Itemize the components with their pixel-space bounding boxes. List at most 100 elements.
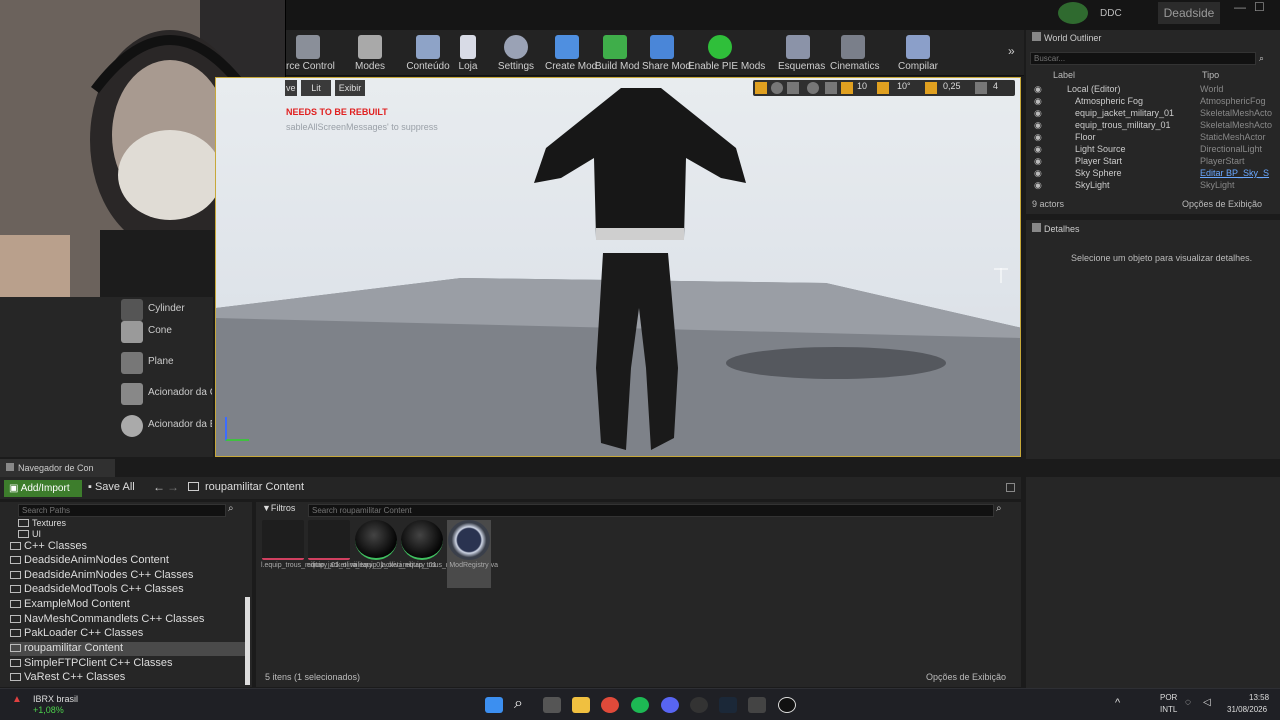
- outliner-row[interactable]: ◉ Floor StaticMeshActor: [1026, 132, 1280, 144]
- folder-item-selected[interactable]: roupamilitar Content: [10, 642, 245, 656]
- eye-icon[interactable]: ◉: [1034, 108, 1042, 119]
- eye-icon[interactable]: ◉: [1034, 144, 1042, 155]
- lit-button[interactable]: Lit: [301, 80, 331, 96]
- place-item-trigger-c[interactable]: Acionador da C: [118, 381, 213, 409]
- eye-icon[interactable]: ◉: [1034, 168, 1042, 179]
- asset-tile[interactable]: i_equip_trous_military_01_oliva: [400, 520, 498, 588]
- asset-view-options[interactable]: Opções de Exibição: [926, 672, 1006, 682]
- folder-item[interactable]: PakLoader C++ Classes: [10, 627, 245, 641]
- outliner-row[interactable]: ◉ equip_jacket_military_01 SkeletalMeshAct…: [1026, 108, 1280, 120]
- outliner-row[interactable]: ◉ Player Start PlayerStart: [1026, 156, 1280, 168]
- toolbar-overflow-icon[interactable]: »: [1008, 44, 1015, 58]
- network-icon[interactable]: ◌: [1185, 697, 1191, 708]
- eye-icon[interactable]: ◉: [1034, 96, 1042, 107]
- enable-pie-mods-button[interactable]: Enable PIE Mods: [688, 32, 765, 72]
- content-browser-tab[interactable]: Navegador de Con: [0, 459, 115, 477]
- marketplace-button[interactable]: Loja: [455, 32, 481, 72]
- details-tab[interactable]: Detalhes: [1032, 223, 1080, 234]
- chevron-up-icon[interactable]: ^: [1115, 697, 1120, 709]
- outliner-row[interactable]: ◉ Local (Editor) World: [1026, 84, 1280, 96]
- stock-name[interactable]: IBRX brasil: [33, 694, 78, 704]
- asset-tile[interactable]: equip_jacket_military_01_oliva: [307, 520, 402, 588]
- folder-item[interactable]: DeadsideAnimNodes C++ Classes: [10, 569, 245, 583]
- minimize-icon[interactable]: —: [1234, 0, 1246, 14]
- scale-icon[interactable]: [787, 82, 799, 94]
- folder-item[interactable]: NavMeshCommandlets C++ Classes: [10, 613, 245, 627]
- asset-search-input[interactable]: [308, 504, 994, 517]
- windows-start-icon[interactable]: [485, 697, 503, 713]
- world-space-icon[interactable]: [807, 82, 819, 94]
- outliner-row[interactable]: ◉ SkyLight SkyLight: [1026, 180, 1280, 192]
- camera-speed-value[interactable]: 4: [993, 81, 998, 91]
- eye-icon[interactable]: ◉: [1034, 120, 1042, 131]
- grid-snap-icon[interactable]: [841, 82, 853, 94]
- outliner-col-label[interactable]: Label: [1053, 70, 1075, 80]
- eye-icon[interactable]: ◉: [1034, 132, 1042, 143]
- folder-item[interactable]: C++ Classes: [10, 540, 245, 554]
- notification-icon[interactable]: [1058, 2, 1088, 24]
- search-icon[interactable]: ⌕: [514, 695, 523, 713]
- search-paths-input[interactable]: [18, 504, 226, 517]
- grid-snap-value[interactable]: 10: [857, 81, 867, 91]
- obs-icon[interactable]: [690, 697, 708, 713]
- chrome-icon[interactable]: [601, 697, 619, 713]
- terminal-icon[interactable]: [748, 697, 766, 713]
- breadcrumb[interactable]: roupamilitar Content: [205, 481, 304, 493]
- translate-icon[interactable]: [755, 82, 767, 94]
- eye-icon[interactable]: ◉: [1034, 84, 1042, 95]
- world-outliner-tab[interactable]: World Outliner: [1032, 32, 1132, 46]
- language-code[interactable]: POR: [1160, 693, 1177, 702]
- share-mod-button[interactable]: Share Mod: [642, 32, 691, 72]
- scale-snap-icon[interactable]: [925, 82, 937, 94]
- unreal-engine-icon[interactable]: [778, 697, 796, 713]
- create-mod-button[interactable]: Create Mod: [545, 32, 597, 72]
- perspective-button[interactable]: ve: [285, 80, 297, 96]
- keyboard-layout[interactable]: INTL: [1160, 705, 1177, 714]
- clock-time[interactable]: 13:58: [1249, 693, 1269, 702]
- folder-scrollbar[interactable]: [245, 597, 250, 685]
- discord-icon[interactable]: [661, 697, 679, 713]
- clock-date[interactable]: 31/08/2026: [1227, 705, 1267, 714]
- build-mod-button[interactable]: Build Mod: [595, 32, 639, 72]
- add-import-button[interactable]: ▣ Add/Import: [4, 480, 82, 497]
- lock-icon[interactable]: [1006, 483, 1015, 492]
- filters-button[interactable]: ▼Filtros: [262, 503, 295, 513]
- volume-icon[interactable]: ◁: [1203, 697, 1211, 708]
- asset-tile[interactable]: l.equip_trous_military_01_oliva: [261, 520, 357, 588]
- cinematics-button[interactable]: Cinematics: [830, 32, 879, 72]
- task-view-icon[interactable]: [543, 697, 561, 713]
- scale-snap-value[interactable]: 0,25: [943, 81, 961, 91]
- surface-snap-icon[interactable]: [825, 82, 837, 94]
- settings-button[interactable]: Settings: [496, 32, 536, 72]
- outliner-row[interactable]: ◉ Sky Sphere Editar BP_Sky_S: [1026, 168, 1280, 180]
- folder-item[interactable]: DeadsideAnimNodes Content: [10, 554, 245, 568]
- rotate-icon[interactable]: [771, 82, 783, 94]
- place-item-plane[interactable]: Plane: [118, 350, 213, 378]
- folder-item[interactable]: SimpleFTPClient C++ Classes: [10, 657, 245, 671]
- outliner-row[interactable]: ◉ Light Source DirectionalLight: [1026, 144, 1280, 156]
- level-viewport[interactable]: [215, 77, 1021, 457]
- steam-icon[interactable]: [719, 697, 737, 713]
- eye-icon[interactable]: ◉: [1034, 156, 1042, 167]
- eye-icon[interactable]: ◉: [1034, 180, 1042, 191]
- show-button[interactable]: Exibir: [335, 80, 365, 96]
- place-item-cone[interactable]: Cone: [118, 319, 213, 347]
- forward-icon[interactable]: →: [167, 480, 179, 494]
- spotify-icon[interactable]: [631, 697, 649, 713]
- asset-tile-selected[interactable]: ModRegistry: [447, 520, 491, 588]
- folder-item[interactable]: DeadsideModTools C++ Classes: [10, 583, 245, 597]
- outliner-row[interactable]: ◉ Atmospheric Fog AtmosphericFog: [1026, 96, 1280, 108]
- folder-item[interactable]: ExampleMod Content: [10, 598, 245, 612]
- outliner-search-input[interactable]: [1030, 52, 1256, 65]
- source-control-button[interactable]: rce Control: [286, 32, 335, 72]
- modes-button[interactable]: Modes: [352, 32, 388, 72]
- file-explorer-icon[interactable]: [572, 697, 590, 713]
- build-button[interactable]: Compilar: [898, 32, 938, 72]
- place-item-trigger-e[interactable]: Acionador da E: [118, 413, 213, 441]
- outliner-view-options[interactable]: Opções de Exibição: [1182, 199, 1262, 209]
- rotation-snap-value[interactable]: 10°: [897, 81, 911, 91]
- outliner-col-type[interactable]: Tipo: [1202, 70, 1219, 80]
- asset-tile[interactable]: i_equip_jacket_military_01: [354, 520, 437, 588]
- outliner-row[interactable]: ◉ equip_trous_military_01 SkeletalMeshActo: [1026, 120, 1280, 132]
- blueprints-button[interactable]: Esquemas: [778, 32, 825, 72]
